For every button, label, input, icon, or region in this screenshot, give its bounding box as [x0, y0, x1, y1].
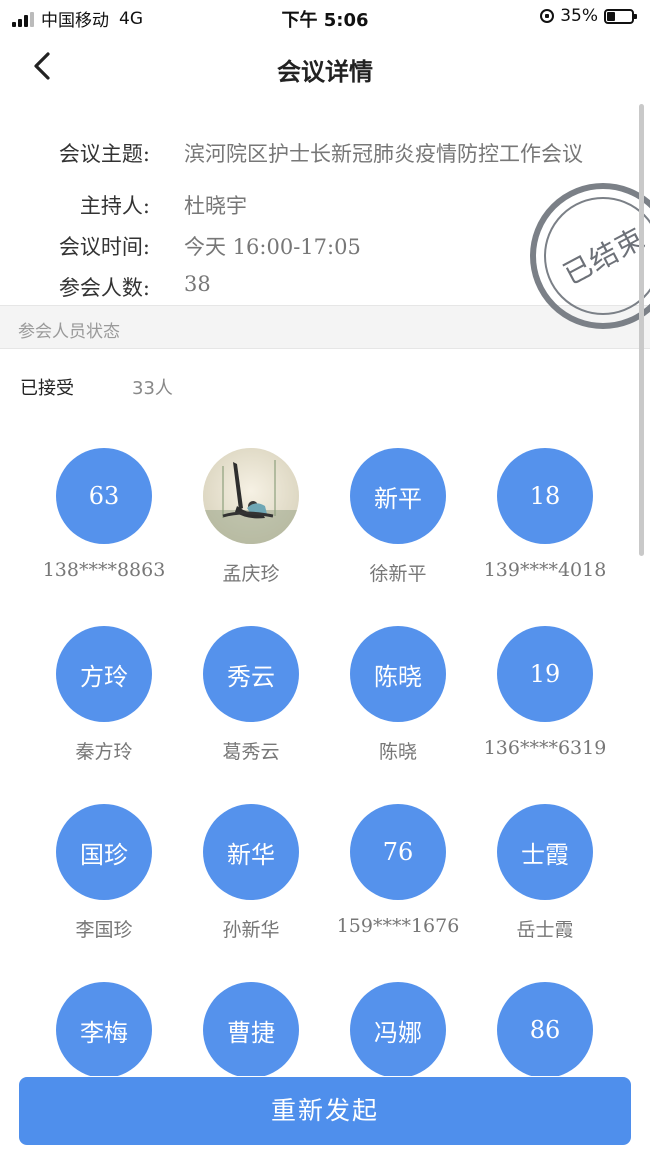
attendee-item[interactable]: 76 159****1676: [318, 804, 478, 937]
attendee-item[interactable]: 新平 徐新平: [318, 448, 478, 586]
attendee-item[interactable]: 孟庆珍: [171, 448, 331, 586]
section-title: 参会人员状态: [18, 322, 120, 342]
attendee-name: 孙新华: [222, 919, 280, 941]
avatar: 秀云: [203, 626, 299, 722]
attendee-item[interactable]: 国珍 李国珍: [24, 804, 184, 942]
avatar: 新华: [203, 804, 299, 900]
attendee-name: 孟庆珍: [222, 563, 280, 585]
host-value: 杜晓宇: [184, 194, 247, 218]
count-value: 38: [184, 272, 211, 296]
avatar: 新平: [350, 448, 446, 544]
attendee-item[interactable]: 63 138****8863: [24, 448, 184, 581]
accepted-row[interactable]: 已接受 33人: [0, 372, 650, 402]
attendee-name: 徐新平: [369, 563, 427, 585]
scrollbar[interactable]: [639, 104, 644, 556]
nav-bar: 会议详情: [0, 34, 650, 100]
avatar: 76: [350, 804, 446, 900]
avatar: 18: [497, 448, 593, 544]
time-label: 会议时间:: [58, 235, 150, 259]
status-right: 35%: [540, 6, 637, 26]
restart-meeting-button[interactable]: 重新发起: [19, 1077, 631, 1145]
attendee-name: 陈晓: [378, 741, 417, 763]
attendee-name: 秦方玲: [75, 741, 133, 763]
attendee-item[interactable]: 新华 孙新华: [171, 804, 331, 942]
attendee-name: 李国珍: [75, 919, 133, 941]
avatar: 86: [497, 982, 593, 1076]
attendee-grid: 63 138****8863 孟庆珍 新平 徐新平 18 139****4018…: [0, 446, 650, 1076]
battery-percent: 35%: [560, 6, 598, 26]
attendee-item[interactable]: 秀云 葛秀云: [171, 626, 331, 764]
rotation-lock-icon: [540, 9, 555, 23]
accepted-count: 33人: [132, 378, 173, 399]
avatar: 曹捷: [203, 982, 299, 1076]
attendee-item[interactable]: 陈晓 陈晓: [318, 626, 478, 764]
avatar: 士霞: [497, 804, 593, 900]
avatar: 63: [56, 448, 152, 544]
avatar: 李梅: [56, 982, 152, 1076]
time-value: 今天 16:00-17:05: [184, 235, 361, 259]
avatar: 冯娜: [350, 982, 446, 1076]
attendee-item[interactable]: 19 136****6319: [465, 626, 625, 759]
avatar: 陈晓: [350, 626, 446, 722]
status-bar: 中国移动 4G 下午 5:06 35%: [0, 0, 650, 34]
attendee-item[interactable]: 86: [465, 982, 625, 1076]
attendee-name: 136****6319: [483, 737, 607, 759]
attendee-name: 葛秀云: [222, 741, 280, 763]
host-label: 主持人:: [79, 194, 150, 218]
attendee-name: 岳士霞: [516, 919, 574, 941]
stamp-text: 已结束: [558, 221, 650, 292]
attendee-name: 138****8863: [42, 559, 166, 581]
attendee-item[interactable]: 曹捷: [171, 982, 331, 1076]
attendee-status-header: 参会人员状态: [0, 305, 650, 349]
attendee-name: 159****1676: [336, 915, 460, 937]
attendee-item[interactable]: 18 139****4018: [465, 448, 625, 581]
accepted-label: 已接受: [20, 378, 74, 399]
yoga-photo-image: [203, 448, 299, 544]
avatar: 19: [497, 626, 593, 722]
attendee-item[interactable]: 方玲 秦方玲: [24, 626, 184, 764]
attendee-name: 139****4018: [483, 559, 607, 581]
attendee-item[interactable]: 李梅: [24, 982, 184, 1076]
avatar: 方玲: [56, 626, 152, 722]
topic-label: 会议主题:: [58, 142, 150, 166]
avatar: 国珍: [56, 804, 152, 900]
avatar-photo: [203, 448, 299, 544]
count-label: 参会人数:: [58, 276, 150, 300]
attendee-item[interactable]: 士霞 岳士霞: [465, 804, 625, 942]
attendee-item[interactable]: 冯娜: [318, 982, 478, 1076]
battery-icon: [604, 8, 637, 24]
topic-value: 滨河院区护士长新冠肺炎疫情防控工作会议: [184, 142, 583, 166]
page-title: 会议详情: [277, 58, 373, 86]
